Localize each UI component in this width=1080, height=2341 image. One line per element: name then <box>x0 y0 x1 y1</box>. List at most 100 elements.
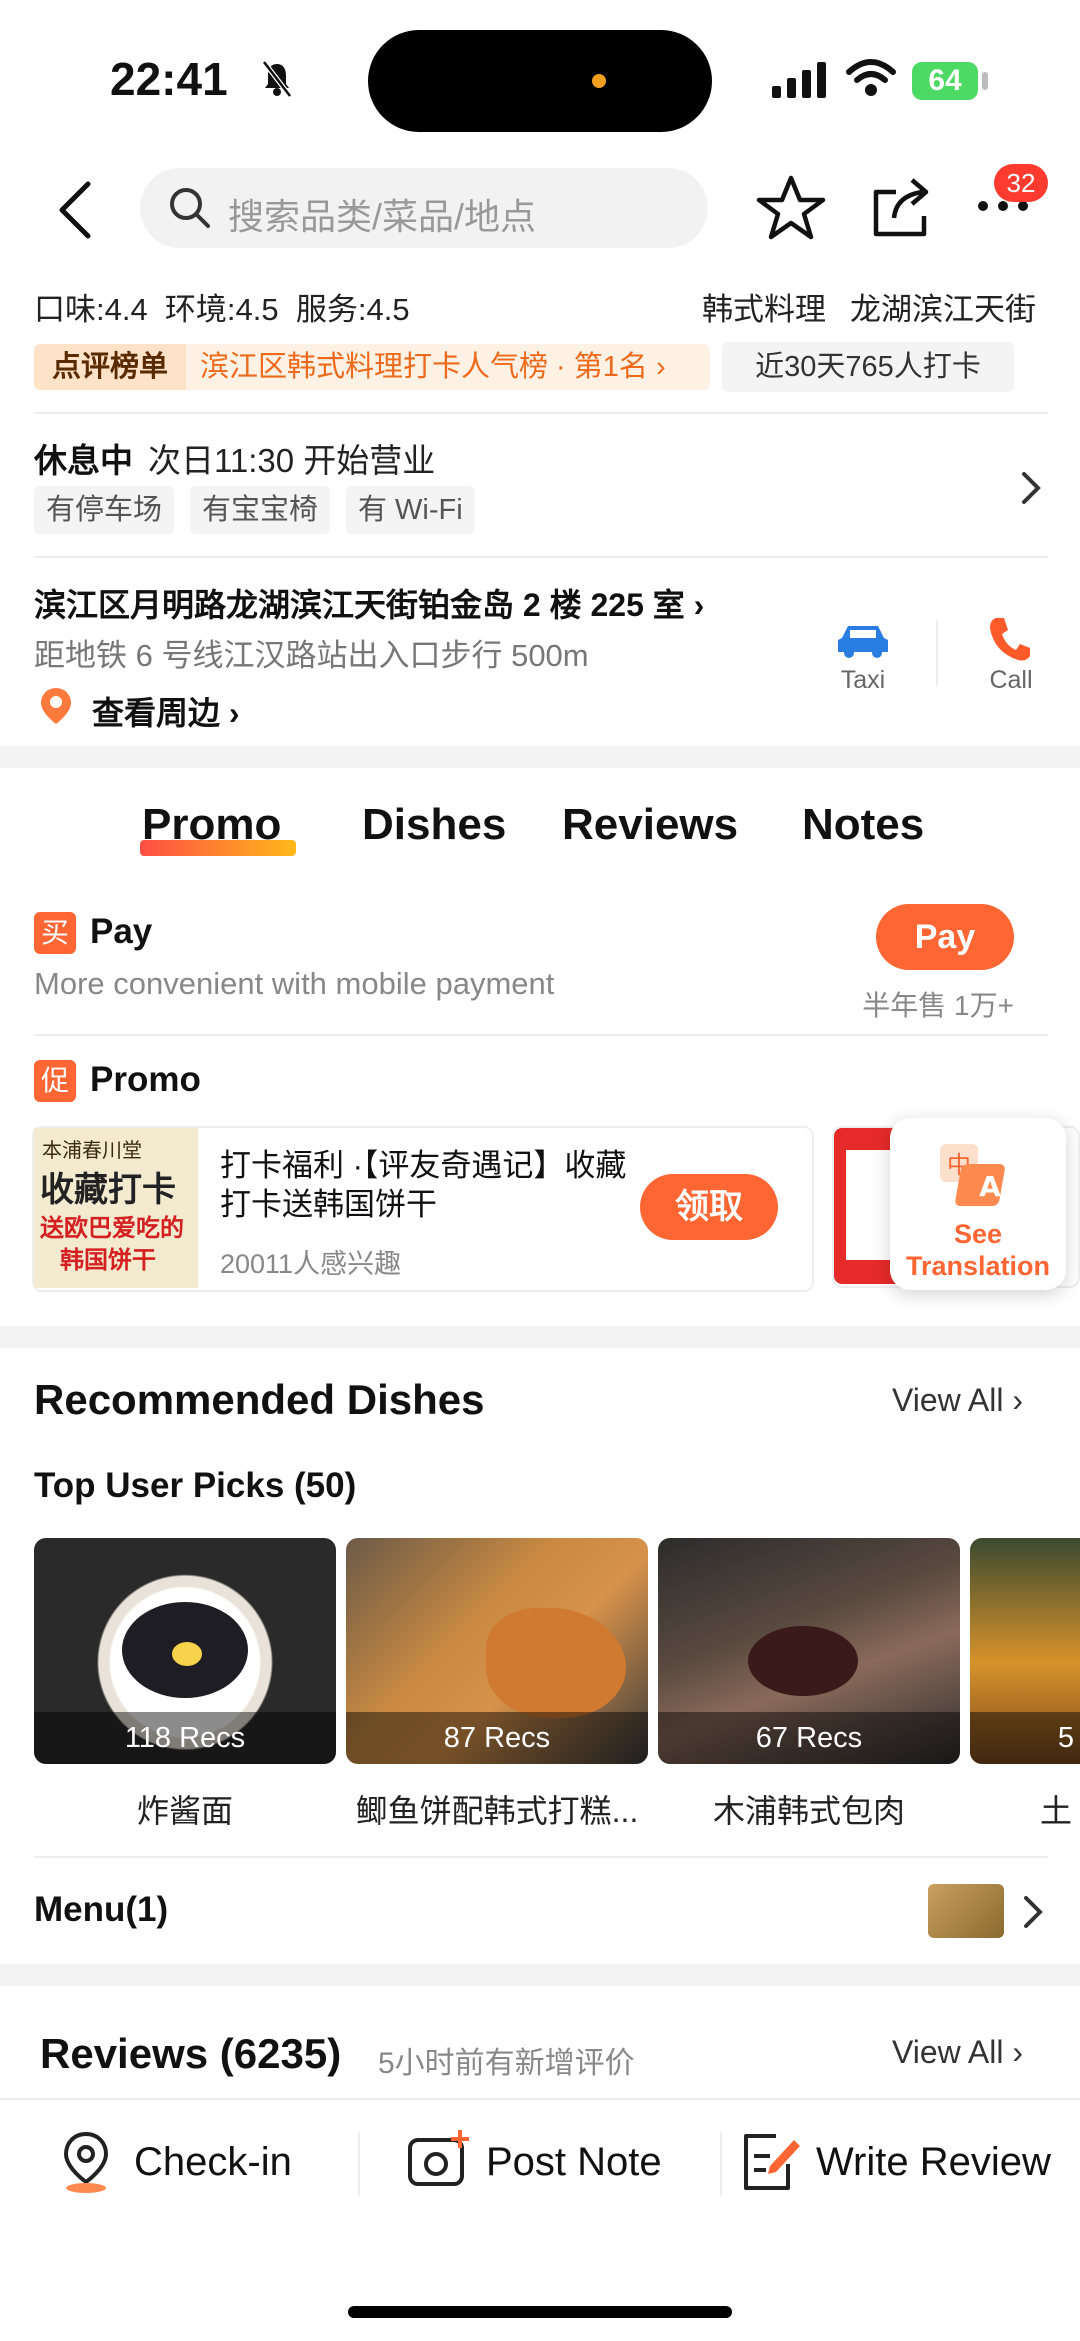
view-all-reviews-link[interactable]: View All › <box>892 2034 1023 2071</box>
chevron-right-icon: › <box>1012 1382 1024 1418</box>
divider <box>34 412 1048 414</box>
dish-card[interactable]: 5 <box>970 1538 1080 1764</box>
promo-card-title: 打卡福利 ·【评友奇遇记】收藏打卡送韩国饼干 <box>220 1148 627 1222</box>
battery-cap <box>982 72 988 90</box>
dish-recs: 118 Recs <box>34 1712 336 1764</box>
share-icon[interactable] <box>870 172 934 240</box>
divider <box>34 1034 1048 1036</box>
nearby-label: 查看周边 <box>92 695 221 731</box>
rank-text: 滨江区韩式料理打卡人气榜 · 第1名 <box>200 351 648 383</box>
camera-indicator <box>592 74 606 88</box>
chevron-right-icon: › <box>228 695 240 731</box>
home-indicator[interactable] <box>348 2306 732 2318</box>
poster-line1: 收藏打卡 <box>40 1171 176 1209</box>
translate-icon: 中 A <box>940 1144 1005 1206</box>
divider <box>34 1856 1048 1858</box>
svg-text:A: A <box>979 1170 1001 1203</box>
cuisine-label[interactable]: 韩式料理 <box>702 284 826 329</box>
promo-interest-count: 20011人感兴趣 <box>220 1249 402 1279</box>
chevron-right-icon: › <box>1012 2034 1024 2070</box>
rank-link[interactable]: 滨江区韩式料理打卡人气榜 · 第1名 › <box>186 344 710 390</box>
bottom-bar-separator <box>358 2132 360 2196</box>
action-divider <box>936 620 938 686</box>
star-favorite-icon[interactable] <box>756 174 826 242</box>
post-note-label: Post Note <box>486 2140 662 2184</box>
menu-thumbnail[interactable] <box>928 1884 1004 1938</box>
next-open-time: 次日11:30 开始营业 <box>148 442 436 479</box>
area-label[interactable]: 龙湖滨江天街 <box>850 284 1036 329</box>
tab-reviews[interactable]: Reviews <box>562 800 738 850</box>
pay-title: Pay <box>90 912 153 951</box>
dish-name: 木浦韩式包肉 <box>712 1793 905 1829</box>
menu-label[interactable]: Menu(1) <box>34 1890 168 1930</box>
top-picks-subtitle: Top User Picks (50) <box>34 1466 357 1505</box>
amenity-baby-chair: 有宝宝椅 <box>190 486 331 534</box>
tab-notes[interactable]: Notes <box>802 800 924 850</box>
view-all-dishes-link[interactable]: View All › <box>892 1382 1023 1419</box>
address-text: 滨江区月明路龙湖滨江天街铂金岛 2 楼 225 室 <box>34 587 685 623</box>
promo-calendar-page <box>846 1150 892 1260</box>
dish-card[interactable]: 67 Recs <box>658 1538 960 1764</box>
chevron-right-icon[interactable] <box>1020 1892 1046 1932</box>
chevron-right-icon: › <box>655 351 666 383</box>
bottom-bar-divider <box>0 2098 1080 2100</box>
dish-egg-shape <box>172 1642 202 1666</box>
search-icon <box>170 188 210 228</box>
dish-recs: 87 Recs <box>346 1712 648 1764</box>
dynamic-island <box>368 30 712 132</box>
chevron-right-icon: › <box>693 587 705 623</box>
nearby-link[interactable]: 查看周边 › <box>92 688 240 734</box>
taxi-icon[interactable] <box>836 620 890 660</box>
location-pin-icon <box>41 688 71 724</box>
taxi-label: Taxi <box>840 666 886 694</box>
phone-icon[interactable] <box>986 614 1032 664</box>
checkin-count: 近30天765人打卡 <box>722 342 1014 392</box>
bottom-bar-separator <box>720 2132 722 2196</box>
pay-button[interactable]: Pay <box>876 904 1014 970</box>
claim-button[interactable]: 领取 <box>640 1174 778 1240</box>
dish-card[interactable]: 87 Recs <box>346 1538 648 1764</box>
tab-promo[interactable]: Promo <box>142 800 281 850</box>
dish-name: 炸酱面 <box>136 1793 233 1829</box>
wifi-icon <box>846 59 896 96</box>
business-status: 休息中 <box>34 442 133 479</box>
translate-label: See Translation <box>905 1219 1051 1281</box>
dish-card[interactable]: 118 Recs <box>34 1538 336 1764</box>
poster-line3: 韩国饼干 <box>60 1247 156 1274</box>
dish-recs: 5 <box>970 1712 1080 1764</box>
dish-name: 土 <box>1040 1793 1073 1829</box>
call-label: Call <box>989 666 1033 694</box>
reviews-note: 5小时前有新增评价 <box>378 2047 635 2080</box>
chevron-right-icon[interactable] <box>1018 468 1044 508</box>
view-all-reviews-label: View All <box>892 2034 1004 2070</box>
view-all-dishes-label: View All <box>892 1382 1004 1418</box>
dish-fish-cake-shape <box>486 1608 626 1718</box>
poster-brand: 本浦春川堂 <box>42 1140 142 1162</box>
dish-sauce-shape <box>748 1626 858 1696</box>
dish-name: 鲫鱼饼配韩式打糕... <box>355 1793 639 1829</box>
reviews-title: Reviews (6235) <box>40 2030 342 2077</box>
write-review-label: Write Review <box>816 2140 1051 2184</box>
address-link[interactable]: 滨江区月明路龙湖滨江天街铂金岛 2 楼 225 室 › <box>34 580 704 626</box>
amenity-wifi: 有 Wi-Fi <box>346 486 475 534</box>
pay-sales: 半年售 1万+ <box>862 990 1014 1021</box>
section-gap <box>0 746 1080 768</box>
back-arrow-icon[interactable] <box>54 178 98 242</box>
pay-description: More convenient with mobile payment <box>34 966 555 1001</box>
promo-poster: 本浦春川堂 收藏打卡 送欧巴爱吃的 韩国饼干 <box>34 1128 198 1288</box>
divider <box>34 556 1048 558</box>
bell-muted-icon <box>262 60 292 98</box>
ratings-text: 口味:4.4 环境:4.5 服务:4.5 <box>34 292 410 327</box>
notification-badge: 32 <box>994 164 1048 202</box>
transit-info: 距地铁 6 号线江汉路站出入口步行 500m <box>34 638 589 673</box>
rank-tag: 点评榜单 <box>34 344 186 390</box>
search-placeholder: 搜索品类/菜品/地点 <box>228 196 537 237</box>
amenity-parking: 有停车场 <box>34 486 175 534</box>
tab-dishes[interactable]: Dishes <box>362 800 506 850</box>
checkin-label: Check-in <box>134 2140 292 2184</box>
recommended-title: Recommended Dishes <box>34 1376 485 1423</box>
promo-icon: 促 <box>34 1060 76 1102</box>
promo-title: Promo <box>90 1060 201 1099</box>
battery-indicator: 64 <box>912 62 978 100</box>
section-gap <box>0 1964 1080 1986</box>
